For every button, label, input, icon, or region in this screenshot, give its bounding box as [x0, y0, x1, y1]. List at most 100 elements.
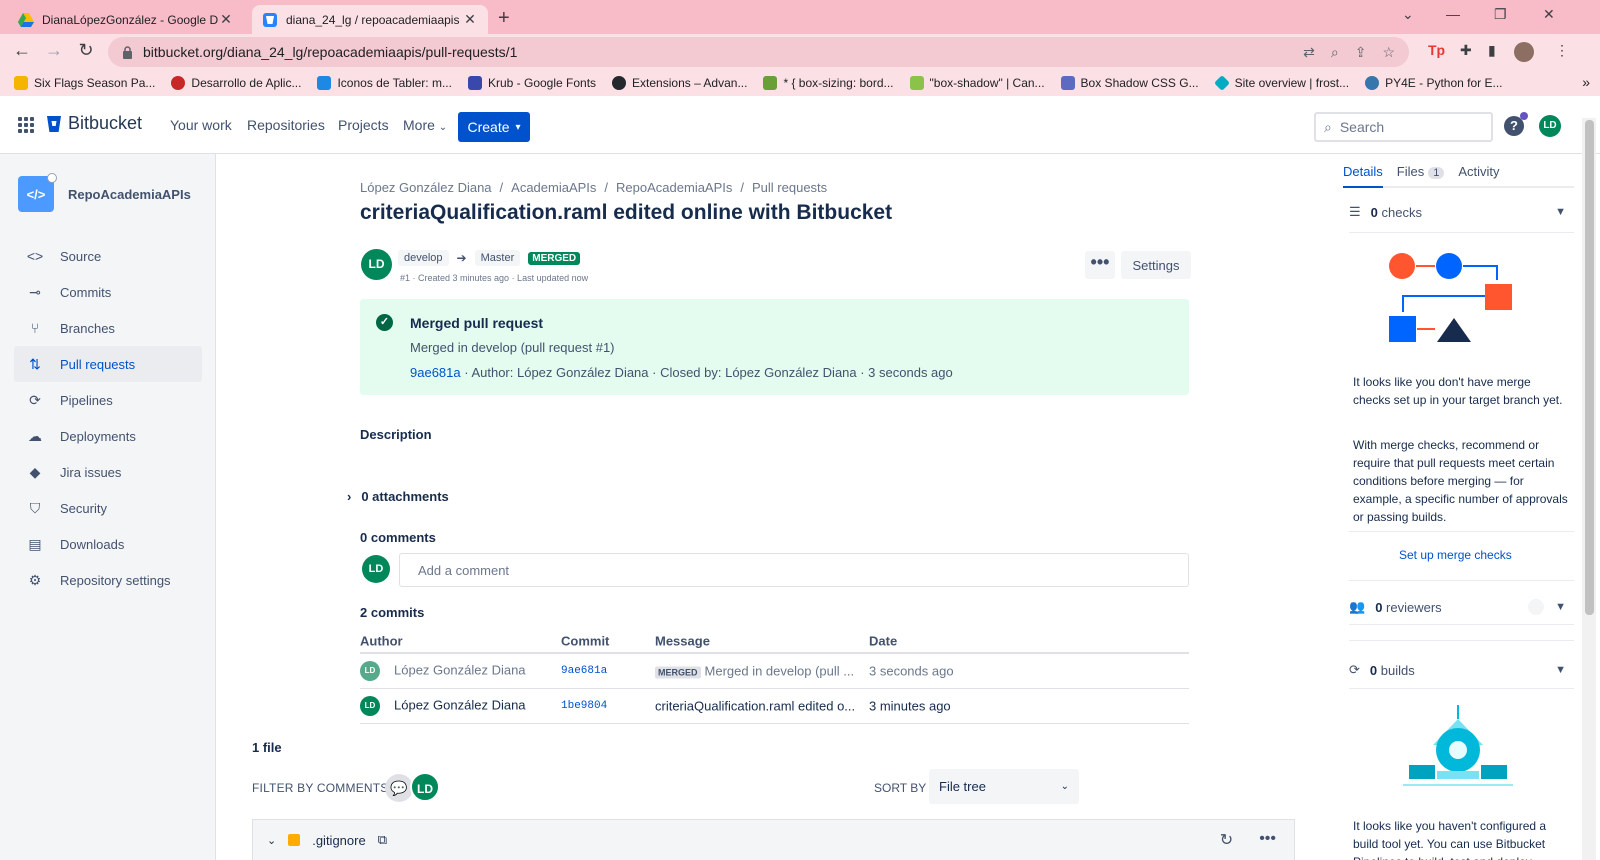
sidebar-item-repository-settings[interactable]: ⚙ Repository settings — [14, 562, 202, 598]
nav-your-work[interactable]: Your work — [170, 117, 232, 133]
breadcrumb-project[interactable]: AcademiaAPIs — [511, 180, 596, 195]
minimize-icon[interactable]: — — [1446, 6, 1460, 22]
breadcrumb-owner[interactable]: López González Diana — [360, 180, 492, 195]
checks-section[interactable]: ☰ 0 checks ▼ — [1349, 204, 1574, 220]
profile-avatar-icon[interactable] — [1514, 42, 1534, 62]
breadcrumb-pull-requests[interactable]: Pull requests — [752, 180, 827, 195]
reviewers-section[interactable]: 👥 0 reviewers ▼ — [1349, 599, 1574, 615]
author-avatar[interactable]: LD — [361, 249, 392, 280]
sidebar-item-jira-issues[interactable]: ◆ Jira issues — [14, 454, 202, 490]
repository-icon: </> — [18, 173, 57, 212]
add-reviewer-icon[interactable] — [1528, 599, 1544, 615]
source-branch[interactable]: develop — [398, 250, 449, 266]
more-icon[interactable]: ••• — [1259, 830, 1276, 850]
commit-message[interactable]: criteriaQualification.raml edited o... — [655, 699, 855, 714]
browser-tab-google-drive[interactable]: DianaLópezGonzález - Google Dr ✕ — [8, 5, 244, 34]
setup-merge-checks-link[interactable]: Set up merge checks — [1399, 548, 1512, 562]
copy-icon[interactable]: ⧉ — [378, 832, 387, 848]
comment-input[interactable]: Add a comment — [399, 553, 1189, 587]
address-bar[interactable]: bitbucket.org/diana_24_lg/repoacademiaap… — [108, 37, 1409, 67]
column-author: Author — [360, 633, 403, 648]
sidebar-item-pull-requests[interactable]: ⇅ Pull requests — [14, 346, 202, 382]
sidebar-item-branches[interactable]: ⑂ Branches — [14, 310, 202, 346]
bookmark-item[interactable]: PY4E - Python for E... — [1365, 76, 1503, 90]
status-badge: MERGED — [528, 251, 581, 265]
settings-button[interactable]: Settings — [1121, 251, 1191, 279]
breadcrumb-separator: / — [604, 180, 609, 195]
extensions-puzzle-icon[interactable]: ✚ — [1460, 42, 1472, 59]
target-branch[interactable]: Master — [474, 250, 521, 266]
table-header-row: Author Commit Message Date — [360, 629, 1189, 654]
bookmark-item[interactable]: Site overview | frost... — [1213, 75, 1349, 91]
pull-request-icon: ⇅ — [29, 355, 41, 372]
builds-section[interactable]: ⟳ 0 builds ▼ — [1349, 662, 1574, 678]
search-input[interactable]: ⌕ Search — [1314, 112, 1493, 142]
comment-filter-icon[interactable]: 💬 — [385, 774, 413, 802]
side-panel-icon[interactable]: ▮ — [1488, 42, 1496, 59]
close-icon[interactable]: ✕ — [218, 11, 234, 28]
back-icon[interactable]: ← — [10, 40, 34, 61]
refresh-icon[interactable]: ↻ — [1220, 830, 1233, 850]
bookmark-item[interactable]: Extensions – Advan... — [612, 76, 747, 90]
commit-hash-link[interactable]: 9ae681a — [561, 665, 607, 677]
create-button[interactable]: Create ▾ — [458, 112, 530, 142]
table-row: LD López González Diana 1be9804 criteriaQ… — [360, 689, 1189, 724]
commit-author: LD López González Diana — [360, 661, 526, 681]
sidebar-item-pipelines[interactable]: ⟳ Pipelines — [14, 382, 202, 418]
bitbucket-icon — [263, 12, 277, 27]
user-avatar[interactable]: LD — [1539, 115, 1561, 137]
bookmark-item[interactable]: Iconos de Tabler: m... — [317, 76, 452, 90]
sidebar-item-deployments[interactable]: ☁ Deployments — [14, 418, 202, 454]
bookmark-item[interactable]: Krub - Google Fonts — [467, 76, 596, 90]
bookmark-item[interactable]: Desarrollo de Aplic... — [171, 76, 301, 90]
bookmark-item[interactable]: Box Shadow CSS G... — [1060, 76, 1199, 90]
reload-icon[interactable]: ↻ — [74, 40, 98, 61]
window-close-icon[interactable]: ✕ — [1543, 6, 1555, 23]
nav-repositories[interactable]: Repositories — [247, 117, 325, 133]
sort-select[interactable]: File tree ⌄ — [929, 769, 1079, 804]
share-icon[interactable]: ⇪ — [1355, 44, 1367, 61]
list-icon: ☰ — [1349, 204, 1361, 219]
browser-tabstrip: DianaLópezGonzález - Google Dr ✕ diana_2… — [0, 0, 1600, 34]
commit-message[interactable]: MERGED Merged in develop (pull ... — [655, 664, 854, 679]
browser-tab-bitbucket[interactable]: diana_24_lg / repoacademiaapis ✕ — [252, 5, 488, 34]
tab-files[interactable]: Files 1 — [1397, 164, 1445, 188]
zoom-icon[interactable]: ⌕ — [1331, 44, 1339, 61]
nav-more[interactable]: More ⌄ — [403, 117, 447, 133]
restore-icon[interactable]: ❐ — [1494, 6, 1507, 23]
file-name[interactable]: .gitignore — [312, 833, 365, 848]
app-switcher-icon[interactable] — [18, 117, 34, 133]
commit-hash-link[interactable]: 1be9804 — [561, 700, 607, 712]
bookmark-item[interactable]: * { box-sizing: bord... — [763, 76, 894, 90]
chevron-down-icon[interactable]: ⌄ — [267, 834, 276, 847]
tab-activity[interactable]: Activity — [1458, 164, 1499, 188]
scrollbar-thumb[interactable] — [1585, 120, 1594, 615]
sidebar-item-source[interactable]: <> Source — [14, 238, 202, 274]
translate-icon[interactable]: ⇄ — [1303, 44, 1315, 61]
sidebar-item-commits[interactable]: ⊸ Commits — [14, 274, 202, 310]
sidebar-item-downloads[interactable]: ▤ Downloads — [14, 526, 202, 562]
tab-search-icon[interactable]: ⌄ — [1402, 6, 1414, 23]
bitbucket-logo[interactable]: Bitbucket — [46, 113, 142, 134]
new-tab-button[interactable]: + — [498, 7, 510, 30]
extension-tp-icon[interactable]: Tp — [1428, 42, 1445, 58]
tab-details[interactable]: Details — [1343, 164, 1383, 188]
bookmark-item[interactable]: "box-shadow" | Can... — [909, 76, 1045, 90]
breadcrumb-repo[interactable]: RepoAcademiaAPIs — [616, 180, 732, 195]
bookmark-item[interactable]: Six Flags Season Pa... — [14, 76, 155, 90]
nav-projects[interactable]: Projects — [338, 117, 389, 133]
filter-avatar[interactable]: LD — [410, 772, 440, 802]
bookmark-star-icon[interactable]: ☆ — [1382, 44, 1395, 61]
menu-kebab-icon[interactable]: ⋮ — [1555, 42, 1569, 59]
private-lock-icon — [47, 173, 57, 183]
sidebar-item-security[interactable]: ⛉ Security — [14, 490, 202, 526]
right-panel-tabs: Details Files 1 Activity — [1343, 164, 1574, 188]
close-icon[interactable]: ✕ — [462, 11, 478, 28]
merge-commit-link[interactable]: 9ae681a — [410, 365, 461, 380]
merged-banner: ✓ Merged pull request Merged in develop … — [360, 299, 1189, 395]
attachments-toggle[interactable]: › 0 attachments — [347, 489, 449, 504]
more-actions-button[interactable]: ••• — [1085, 251, 1115, 279]
repo-header[interactable]: </> RepoAcademiaAPIs — [18, 173, 191, 212]
forward-icon[interactable]: → — [42, 40, 66, 61]
bookmarks-overflow-icon[interactable]: » — [1582, 74, 1590, 90]
